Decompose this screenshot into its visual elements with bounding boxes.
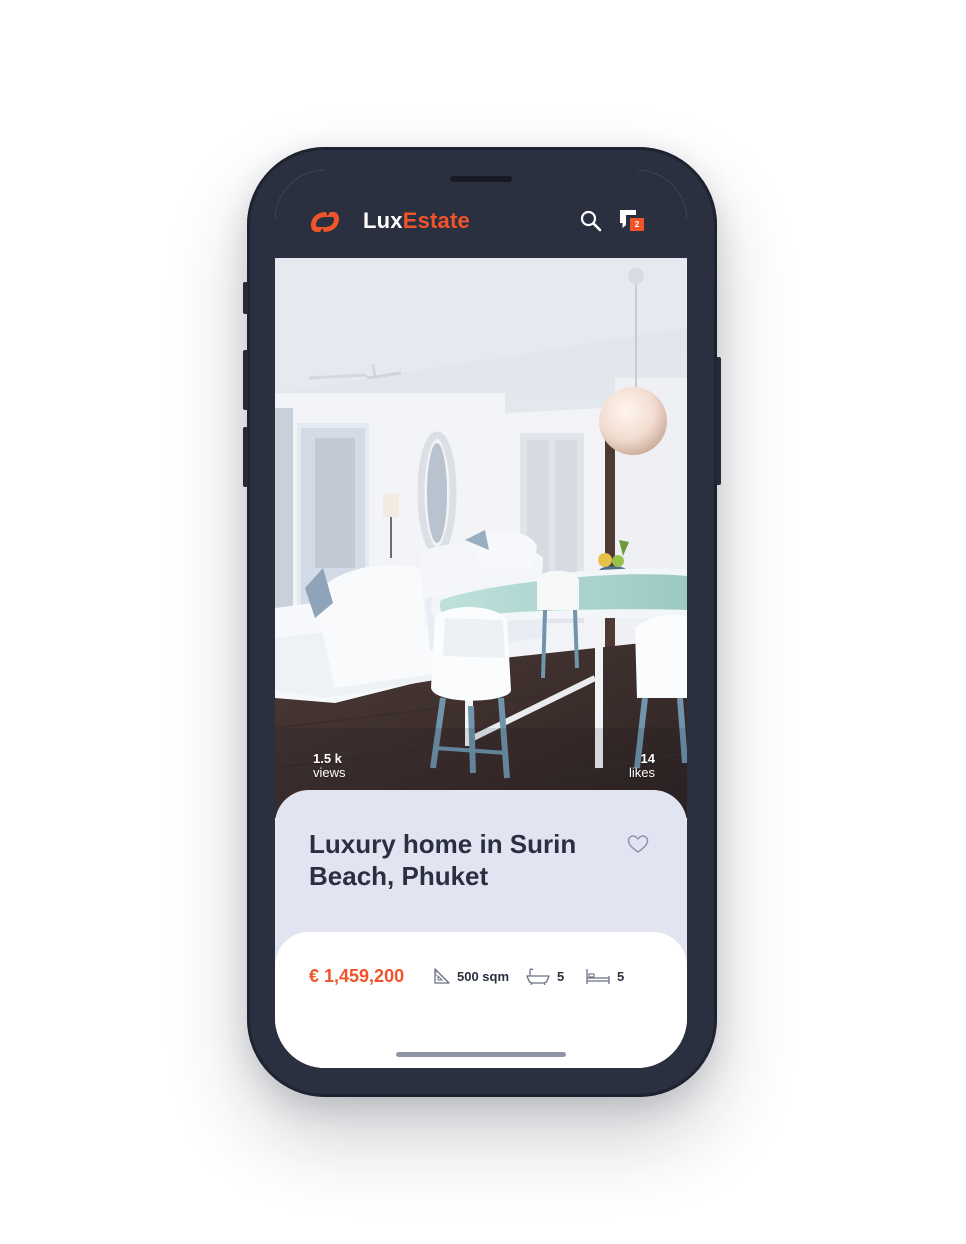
app-screen: LuxEstate 2 1.5 k views 14 likes Luxury … — [275, 170, 687, 1068]
listing-price: € 1,459,200 — [309, 966, 405, 986]
search-icon[interactable] — [578, 208, 604, 234]
bathrooms-feature: 5 — [525, 964, 564, 988]
messages-count-badge: 2 — [630, 218, 644, 231]
silent-switch — [243, 282, 248, 314]
area-value: 500 sqm — [457, 968, 510, 984]
views-count: 1.5 k — [313, 751, 342, 766]
bedrooms-feature: 5 — [585, 964, 624, 988]
heart-icon[interactable] — [627, 834, 649, 854]
brand-part-estate: Estate — [402, 208, 470, 233]
area-feature: 500 sqm — [433, 964, 509, 988]
volume-up-button — [243, 350, 248, 410]
bathtub-icon — [526, 968, 550, 985]
likes-stat: 14 likes — [627, 752, 655, 780]
home-indicator[interactable] — [396, 1052, 566, 1057]
luxestate-logo-icon[interactable] — [307, 208, 343, 236]
bed-icon — [586, 969, 610, 984]
app-brand: LuxEstate — [363, 208, 470, 234]
notch — [366, 170, 598, 204]
phone-frame: LuxEstate 2 1.5 k views 14 likes Luxury … — [243, 147, 721, 1097]
bathrooms-count: 5 — [557, 968, 565, 984]
listing-title: Luxury home in Surin Beach, Phuket — [309, 829, 577, 891]
speaker — [450, 176, 512, 182]
listing-info-panel: € 1,459,200 500 sqm 5 5 — [275, 932, 687, 1068]
bedrooms-count: 5 — [617, 968, 625, 984]
likes-label: likes — [628, 765, 655, 780]
likes-count: 14 — [640, 751, 655, 766]
room-interior-image — [275, 258, 687, 818]
ruler-triangle-icon — [434, 968, 450, 984]
views-label: views — [313, 765, 346, 780]
brand-part-lux: Lux — [363, 208, 403, 233]
power-button — [716, 357, 721, 485]
messages-button[interactable]: 2 — [618, 208, 648, 236]
views-stat: 1.5 k views — [313, 752, 346, 780]
volume-down-button — [243, 427, 248, 487]
listing-photo[interactable]: 1.5 k views 14 likes — [275, 258, 687, 818]
